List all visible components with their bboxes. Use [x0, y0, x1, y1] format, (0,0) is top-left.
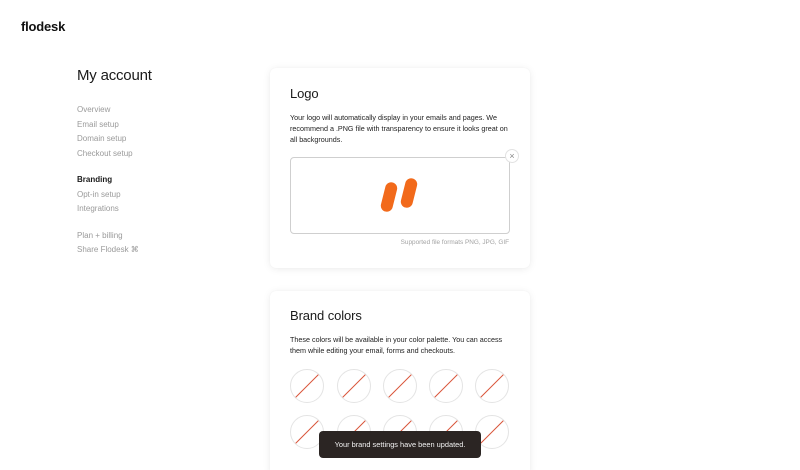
account-sidebar: Overview Email setup Domain setup Checko…: [77, 103, 227, 270]
sidebar-item-domain-setup[interactable]: Domain setup: [77, 132, 227, 147]
logo-card-title: Logo: [290, 86, 319, 101]
sidebar-item-integrations[interactable]: Integrations: [77, 202, 227, 217]
logo-card-description: Your logo will automatically display in …: [290, 113, 508, 144]
brand-logo[interactable]: flodesk: [21, 19, 65, 34]
sidebar-item-email-setup[interactable]: Email setup: [77, 118, 227, 133]
sidebar-item-branding[interactable]: Branding: [77, 173, 227, 188]
color-swatch-empty[interactable]: [337, 369, 371, 403]
nav-group-account: Overview Email setup Domain setup Checko…: [77, 103, 227, 161]
sidebar-item-share-flodesk[interactable]: Share Flodesk ⌘: [77, 243, 227, 258]
logo-dropzone[interactable]: [290, 157, 510, 234]
logo-card: Logo Your logo will automatically displa…: [270, 68, 530, 268]
toast-notification: Your brand settings have been updated.: [319, 431, 481, 458]
brand-colors-title: Brand colors: [290, 308, 362, 323]
page-title: My account: [77, 67, 152, 84]
supported-formats-note: Supported file formats PNG, JPG, GIF: [400, 239, 509, 246]
sidebar-item-checkout-setup[interactable]: Checkout setup: [77, 147, 227, 162]
nav-group-billing: Plan + billing Share Flodesk ⌘: [77, 229, 227, 258]
color-swatch-empty[interactable]: [475, 369, 509, 403]
color-swatch-empty[interactable]: [290, 369, 324, 403]
color-swatch-empty[interactable]: [429, 369, 463, 403]
sidebar-item-opt-in-setup[interactable]: Opt-in setup: [77, 188, 227, 203]
remove-logo-close-icon[interactable]: ×: [505, 149, 519, 163]
brand-colors-description: These colors will be available in your c…: [290, 335, 503, 355]
color-swatch-empty[interactable]: [383, 369, 417, 403]
uploaded-logo-image: [380, 178, 418, 212]
sidebar-item-plan-billing[interactable]: Plan + billing: [77, 229, 227, 244]
sidebar-item-overview[interactable]: Overview: [77, 103, 227, 118]
nav-group-brand: Branding Opt-in setup Integrations: [77, 173, 227, 217]
